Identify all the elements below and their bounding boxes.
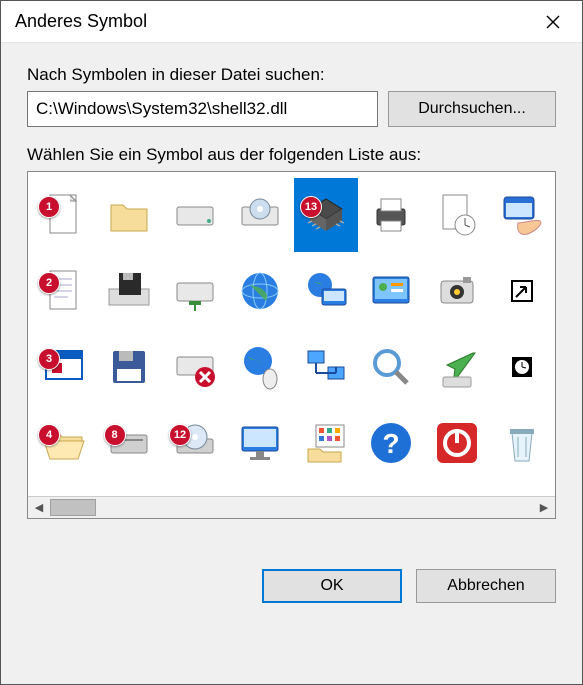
close-button[interactable] [530,6,576,38]
hard-drive-icon[interactable] [163,178,227,252]
annotation-badge: 2 [38,272,60,294]
recycle-bin-icon[interactable] [491,406,555,480]
window-hand-icon[interactable] [491,178,555,252]
browse-button[interactable]: Durchsuchen... [388,91,556,127]
text-document-icon[interactable]: 2 [32,254,96,328]
cancel-button[interactable]: Abbrechen [416,569,556,603]
dialog-title: Anderes Symbol [15,11,530,32]
globe-internet-icon[interactable] [229,254,293,328]
annotation-badge: 1 [38,196,60,218]
scroll-track[interactable] [50,497,533,518]
network-computers-icon[interactable] [294,330,358,404]
annotation-badge: 12 [169,424,191,446]
shortcut-arrow-icon[interactable] [491,254,555,328]
select-label: Wählen Sie ein Symbol aus der folgenden … [27,145,556,165]
help-icon[interactable]: ? [360,406,424,480]
globe-mouse-icon[interactable] [229,330,293,404]
ok-button[interactable]: OK [262,569,402,603]
annotation-badge: 8 [104,424,126,446]
blank-document-icon[interactable]: 1 [32,178,96,252]
globe-monitor-icon[interactable] [294,254,358,328]
annotation-badge: 13 [300,196,322,218]
horizontal-scrollbar[interactable]: ◀ ▶ [28,496,555,518]
magnifier-icon[interactable] [360,330,424,404]
svg-text:?: ? [383,428,400,459]
drive-alt-icon[interactable]: 8 [98,406,162,480]
search-label: Nach Symbolen in dieser Datei suchen: [27,65,556,85]
chip-icon[interactable]: 13 [294,178,358,252]
green-arrow-icon[interactable] [425,330,489,404]
program-grid-folder-icon[interactable] [294,406,358,480]
annotation-badge: 3 [38,348,60,370]
control-panel-icon[interactable] [360,254,424,328]
cd-drive-alt-icon[interactable]: 12 [163,406,227,480]
printer-icon[interactable] [360,178,424,252]
shutdown-icon[interactable] [425,406,489,480]
program-window-icon[interactable]: 3 [32,330,96,404]
icon-list: 1 13 2 3 4 8 12? ◀ ▶ [27,171,556,519]
floppy-disk-icon[interactable] [98,330,162,404]
scroll-left-arrow[interactable]: ◀ [28,497,50,519]
scroll-thumb[interactable] [50,499,96,516]
network-drive-icon[interactable] [163,254,227,328]
annotation-badge: 4 [38,424,60,446]
camera-icon[interactable] [425,254,489,328]
monitor-icon[interactable] [229,406,293,480]
path-input[interactable] [27,91,378,127]
folder-icon[interactable] [98,178,162,252]
scroll-right-arrow[interactable]: ▶ [533,497,555,519]
document-clock-icon[interactable] [425,178,489,252]
folder-open-icon[interactable]: 4 [32,406,96,480]
titlebar: Anderes Symbol [1,1,582,43]
floppy-drive-icon[interactable] [98,254,162,328]
clock-small-icon[interactable] [491,330,555,404]
cd-drive-icon[interactable] [229,178,293,252]
drive-disconnected-icon[interactable] [163,330,227,404]
